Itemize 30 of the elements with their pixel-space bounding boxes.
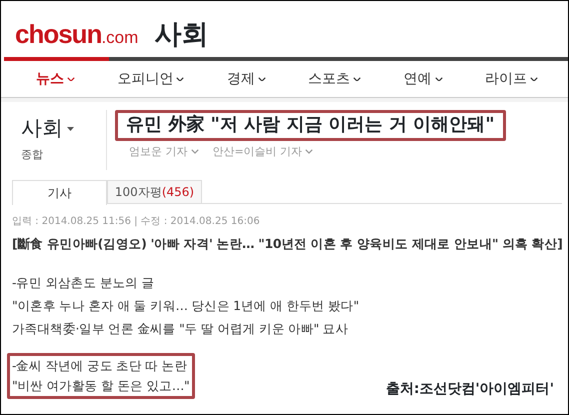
- chevron-down-icon: [190, 149, 198, 154]
- article-dates: 입력 : 2014.08.25 11:56 | 수정 : 2014.08.25 16:06: [12, 215, 261, 229]
- nav-item[interactable]: 뉴스: [36, 68, 75, 90]
- section-name[interactable]: 사회: [21, 116, 63, 142]
- nav-item[interactable]: 연예: [404, 68, 443, 90]
- site-logo[interactable]: chosun.com: [15, 21, 138, 47]
- lede-line: -金씨 작년에 궁도 초단 따 논란: [12, 357, 188, 375]
- lede-line: 가족대책委·일부 언론 金씨를 "두 딸 어렵게 키운 아빠" 묘사: [12, 320, 350, 338]
- chevron-down-icon: [258, 76, 266, 82]
- nav-item[interactable]: 오피니언: [117, 68, 184, 90]
- chevron-down-icon: [530, 76, 538, 82]
- tab[interactable]: 100자평(456): [107, 180, 202, 203]
- section-title: 사회: [154, 20, 208, 48]
- chevron-down-icon: [176, 76, 184, 82]
- lede-line: "이혼후 누나 혼자 애 둘 키워… 당신은 1년에 애 한두번 봤다": [12, 297, 359, 315]
- chevron-down-icon: [305, 149, 314, 154]
- lede-line: [斷食 유민아빠(김영오) '아빠 자격' 논란… "10년전 이혼 후 양육비도 제대로 안보내" 의혹 확산]: [12, 235, 564, 253]
- chevron-down-icon: [434, 76, 443, 82]
- caret-icon: [67, 126, 74, 131]
- nav-item[interactable]: 스포츠: [308, 68, 362, 90]
- lede-line: -유민 외삼촌도 분노의 글: [12, 274, 156, 292]
- headline: 유민 外家 "저 사람 지금 이러는 거 이해안돼": [115, 110, 506, 140]
- nav-item[interactable]: 라이프: [484, 68, 538, 90]
- subsection-link[interactable]: 종합: [21, 147, 106, 164]
- tab[interactable]: 기사: [12, 180, 107, 205]
- chevron-down-icon: [353, 76, 362, 82]
- lede-line: "비싼 여가활동 할 돈은 있고…": [12, 377, 190, 395]
- nav-item[interactable]: 경제: [226, 68, 266, 90]
- chevron-down-icon: [67, 76, 75, 82]
- source-caption: 출처:조선닷컴'아이엠피터': [386, 380, 554, 399]
